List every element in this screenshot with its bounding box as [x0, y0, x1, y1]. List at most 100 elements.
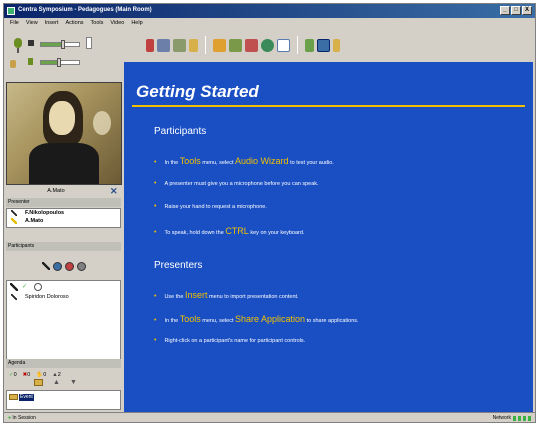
presenter-name: A.Mato [25, 218, 44, 224]
menu-insert[interactable]: Insert [45, 20, 59, 29]
participants-section-label: Participants [6, 242, 121, 251]
network-bar-icon [513, 415, 516, 421]
maximize-button[interactable]: □ [511, 6, 521, 15]
window-controls: _ □ X [500, 6, 532, 15]
status-icon: ● [8, 415, 12, 421]
window-title: Centra Symposium - Pedagogues (Main Room… [18, 7, 152, 13]
agenda-item[interactable]: Event [9, 393, 34, 401]
page-title: Getting Started [136, 82, 259, 101]
agenda-section-label: Agenda [6, 359, 121, 368]
arrow-up-icon[interactable]: ▲ [53, 379, 60, 386]
settings-icon[interactable] [76, 262, 86, 271]
bullet-icon: • [154, 203, 157, 210]
participant-list: ✓ Spiridon Doloroso [6, 280, 121, 368]
agenda-tools: ▲ ▼ [6, 375, 121, 389]
import-icon[interactable] [157, 38, 170, 52]
menu-view[interactable]: View [26, 20, 38, 29]
bullet-item: • Raise your hand to request a microphon… [154, 203, 267, 210]
menu-bar: File View Insert Actions Tools Video Hel… [4, 18, 535, 29]
menu-file[interactable]: File [10, 20, 19, 29]
presenters-heading: Presenters [154, 260, 203, 271]
app-window: Centra Symposium - Pedagogues (Main Room… [3, 3, 536, 423]
mic-gain-icon [28, 58, 33, 65]
network-status: Network [493, 415, 531, 421]
main-toolbar [124, 31, 535, 59]
audio-level-meter [86, 37, 92, 49]
title-bar[interactable]: Centra Symposium - Pedagogues (Main Room… [4, 4, 535, 18]
bullet-icon: • [154, 180, 157, 187]
bullet-item: • To speak, hold down the CTRL key on yo… [154, 226, 305, 236]
hand-icon[interactable] [10, 60, 16, 68]
microphone-icon[interactable] [12, 38, 24, 54]
toolbar-separator [297, 36, 298, 54]
close-button[interactable]: X [522, 6, 532, 15]
agenda-list: Event [6, 390, 121, 410]
pen-tool-icon[interactable] [41, 262, 50, 270]
mic-request-icon[interactable] [146, 38, 154, 52]
pen-icon [11, 218, 17, 224]
session-status: ● In Session [8, 415, 36, 421]
speaker-icon [28, 40, 34, 46]
menu-video[interactable]: Video [110, 20, 124, 29]
participant-name: Spiridon Doloroso [25, 294, 69, 300]
presentation-area: Getting Started Participants • In the To… [124, 62, 533, 414]
bullet-item: • In the Tools menu, select Audio Wizard… [154, 156, 334, 166]
list-item[interactable]: A.Mato [7, 217, 120, 225]
menu-tools[interactable]: Tools [91, 20, 104, 29]
agenda-item-label: Event [19, 393, 34, 401]
bullet-item: • Right-click on a participant's name fo… [154, 337, 306, 344]
pointer-icon[interactable] [213, 38, 226, 52]
list-item[interactable]: F.Nikolopoulos [7, 209, 120, 217]
menu-help[interactable]: Help [131, 20, 142, 29]
current-speaker-name: A.Mato [47, 188, 65, 194]
title-divider [132, 105, 525, 107]
view-icon[interactable] [317, 38, 330, 52]
close-video-icon[interactable]: ✕ [110, 186, 118, 197]
mic-volume-slider[interactable] [40, 58, 80, 67]
share-icon[interactable] [245, 38, 258, 52]
record-icon[interactable] [64, 262, 74, 271]
audio-controls [6, 34, 121, 78]
presenter-section-label: Presenter [6, 198, 121, 207]
whiteboard-icon[interactable] [277, 38, 290, 52]
add-icon[interactable] [305, 38, 314, 52]
bullet-icon: • [154, 317, 157, 324]
pen-icon [10, 283, 18, 291]
pen-icon [11, 210, 17, 216]
participant-tools [6, 262, 121, 271]
application-icon[interactable] [173, 38, 186, 52]
bullet-item: • In the Tools menu, select Share Applic… [154, 314, 359, 324]
bullet-item: • A presenter must give you a microphone… [154, 180, 319, 187]
menu-actions[interactable]: Actions [65, 20, 83, 29]
network-bar-icon [523, 415, 526, 421]
speaker-volume-slider[interactable] [40, 40, 80, 49]
network-bar-icon [528, 415, 531, 421]
globe-icon[interactable] [52, 262, 62, 271]
bullet-item: • Use the Insert menu to import presenta… [154, 290, 299, 300]
participants-heading: Participants [154, 126, 207, 137]
check-icon: ✓ [22, 284, 28, 290]
network-bar-icon [518, 415, 521, 421]
folder-icon[interactable] [34, 378, 43, 386]
web-icon[interactable] [261, 38, 274, 52]
pen-icon [11, 294, 17, 300]
breakout-icon[interactable] [229, 38, 242, 52]
bullet-icon: • [154, 337, 157, 344]
status-icon [34, 283, 42, 291]
bullet-icon: • [154, 229, 157, 236]
status-bar: ● In Session Network [4, 412, 535, 422]
battery-icon[interactable] [333, 38, 340, 52]
toolbar-separator [205, 36, 206, 54]
app-icon [7, 7, 15, 15]
left-panel: A.Mato ✕ Presenter F.Nikolopoulos A.Mato… [4, 30, 123, 410]
bullet-icon: • [154, 293, 157, 300]
presenter-list: F.Nikolopoulos A.Mato [6, 208, 121, 228]
folder-icon [9, 394, 18, 400]
minimize-button[interactable]: _ [500, 6, 510, 15]
list-item[interactable]: Spiridon Doloroso [7, 293, 120, 301]
bullet-icon: • [154, 159, 157, 166]
document-icon[interactable] [189, 38, 198, 52]
video-feed [6, 82, 122, 185]
arrow-down-icon[interactable]: ▼ [70, 379, 77, 386]
presenter-name: F.Nikolopoulos [25, 210, 65, 216]
